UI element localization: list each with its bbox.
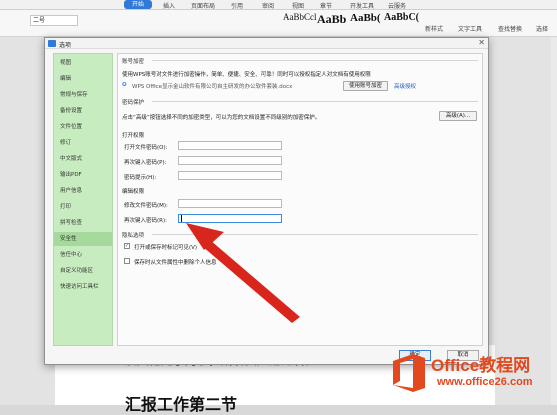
divider bbox=[152, 60, 478, 61]
section-password-protection: 密码保护 bbox=[122, 100, 145, 106]
file-path: WPS Office显示金山软件有限公司自主研发的办公软件套装.docx bbox=[132, 84, 293, 90]
dialog-title-bar: 选项 ✕ bbox=[45, 38, 488, 49]
options-sidebar: 视图 编辑 常规与保存 备份设置 文件位置 修订 中文版式 输出PDF 用户信息… bbox=[53, 53, 113, 346]
tab-dev-tools[interactable]: 开发工具 bbox=[350, 1, 374, 10]
password-hint-label: 密码提示(H): bbox=[124, 175, 157, 181]
edit-password-confirm-field[interactable] bbox=[178, 214, 282, 223]
edit-password-label: 修改文件密码(M): bbox=[124, 203, 168, 209]
watermark-title: Office教程网 bbox=[431, 356, 531, 375]
divider bbox=[152, 234, 478, 235]
sidebar-item-general-save[interactable]: 常规与保存 bbox=[54, 88, 112, 102]
sidebar-item-quick-access[interactable]: 快速访问工具栏 bbox=[54, 280, 112, 294]
sidebar-item-chinese-layout[interactable]: 中文版式 bbox=[54, 152, 112, 166]
tab-chapter[interactable]: 章节 bbox=[320, 1, 332, 10]
open-password-label: 打开文件密码(O): bbox=[124, 145, 168, 151]
edit-password-confirm-label: 再次键入密码(R): bbox=[124, 218, 167, 224]
edit-permission-label: 编辑权限 bbox=[122, 189, 145, 195]
tab-review[interactable]: 审阅 bbox=[262, 1, 274, 10]
ribbon-tab-bar: 开始 插入 页面布局 引用 审阅 视图 章节 开发工具 云服务 bbox=[0, 0, 557, 10]
new-style-button[interactable]: 新样式 bbox=[425, 24, 443, 33]
tab-page-layout[interactable]: 页面布局 bbox=[191, 1, 215, 10]
sidebar-item-file-location[interactable]: 文件位置 bbox=[54, 120, 112, 134]
open-password-confirm-field[interactable] bbox=[178, 156, 282, 165]
sidebar-item-spell-check[interactable]: 拼写检查 bbox=[54, 216, 112, 230]
file-icon: ✪ bbox=[122, 82, 127, 88]
divider bbox=[152, 101, 478, 102]
style-heading3[interactable]: AaBbC( bbox=[384, 12, 419, 34]
security-panel: 账号加密 使用WPS账号对文件进行加密操作，简单、便捷、安全、可靠！同时可以授权… bbox=[117, 53, 483, 346]
advanced-auth-link[interactable]: 高级授权 bbox=[394, 82, 416, 90]
password-description: 点击“高级”按钮选择不同的加密类型，可以为您的文档设置不同级别的加密保护。 bbox=[122, 115, 321, 121]
sidebar-item-revision[interactable]: 修订 bbox=[54, 136, 112, 150]
options-dialog: 选项 ✕ 视图 编辑 常规与保存 备份设置 文件位置 修订 中文版式 输出PDF… bbox=[44, 37, 489, 365]
font-size-select[interactable]: 二号 bbox=[30, 15, 78, 26]
select-button[interactable]: 选择 bbox=[536, 24, 548, 33]
text-tools-button[interactable]: 文字工具 bbox=[458, 24, 482, 33]
password-hint-field[interactable] bbox=[178, 171, 282, 180]
office-logo-icon bbox=[393, 354, 425, 392]
tab-insert[interactable]: 插入 bbox=[163, 1, 175, 10]
style-heading2[interactable]: AaBb( bbox=[350, 12, 381, 34]
text-caret bbox=[181, 215, 182, 222]
sidebar-item-edit[interactable]: 编辑 bbox=[54, 72, 112, 86]
tab-cloud[interactable]: 云服务 bbox=[388, 1, 406, 10]
style-heading1[interactable]: AaBb bbox=[317, 12, 346, 34]
remove-personal-info-label: 保存时从文件属性中删除个人信息 bbox=[134, 260, 217, 266]
mark-visible-checkbox[interactable]: ✓ bbox=[124, 243, 130, 249]
advanced-button[interactable]: 高级(A)... bbox=[439, 111, 477, 121]
edit-password-field[interactable] bbox=[178, 199, 282, 208]
style-normal[interactable]: AaBbCcl bbox=[283, 12, 317, 34]
ribbon-toolbar: 二号 AaBbCcl AaBb AaBb( AaBbC( 新样式 文字工具 查找… bbox=[0, 10, 557, 37]
sidebar-item-view[interactable]: 视图 bbox=[54, 56, 112, 70]
section-privacy: 隐私选项 bbox=[122, 233, 145, 239]
open-permission-label: 打开权限 bbox=[122, 133, 145, 139]
open-password-field[interactable] bbox=[178, 141, 282, 150]
account-description: 使用WPS账号对文件进行加密操作，简单、便捷、安全、可靠！同时可以授权指定人对文… bbox=[122, 72, 371, 78]
remove-personal-info-checkbox[interactable] bbox=[124, 258, 130, 264]
sidebar-item-print[interactable]: 打印 bbox=[54, 200, 112, 214]
sidebar-item-trust-center[interactable]: 信任中心 bbox=[54, 248, 112, 262]
sidebar-item-security[interactable]: 安全性 bbox=[54, 232, 112, 246]
tab-references[interactable]: 引用 bbox=[231, 1, 243, 10]
watermark: Office教程网 www.office26.com bbox=[391, 349, 553, 401]
find-replace-button[interactable]: 查找替换 bbox=[498, 24, 522, 33]
watermark-url: www.office26.com bbox=[437, 376, 533, 388]
open-password-confirm-label: 再次键入密码(P): bbox=[124, 160, 167, 166]
mark-visible-label: 打开或保存时标记可见(V) bbox=[134, 245, 198, 251]
account-encrypt-button[interactable]: 使用账号加密 bbox=[343, 81, 388, 91]
sidebar-item-user-info[interactable]: 用户信息 bbox=[54, 184, 112, 198]
sidebar-item-backup[interactable]: 备份设置 bbox=[54, 104, 112, 118]
document-heading: 汇报工作第二节 bbox=[125, 397, 238, 414]
section-account-encryption: 账号加密 bbox=[122, 59, 145, 65]
wps-logo-icon bbox=[48, 40, 56, 47]
tab-view[interactable]: 视图 bbox=[292, 1, 304, 10]
sidebar-item-customize-ribbon[interactable]: 自定义功能区 bbox=[54, 264, 112, 278]
close-icon[interactable]: ✕ bbox=[478, 39, 485, 47]
tab-start[interactable]: 开始 bbox=[124, 0, 153, 9]
dialog-title: 选项 bbox=[59, 42, 72, 49]
sidebar-item-output-pdf[interactable]: 输出PDF bbox=[54, 168, 112, 182]
